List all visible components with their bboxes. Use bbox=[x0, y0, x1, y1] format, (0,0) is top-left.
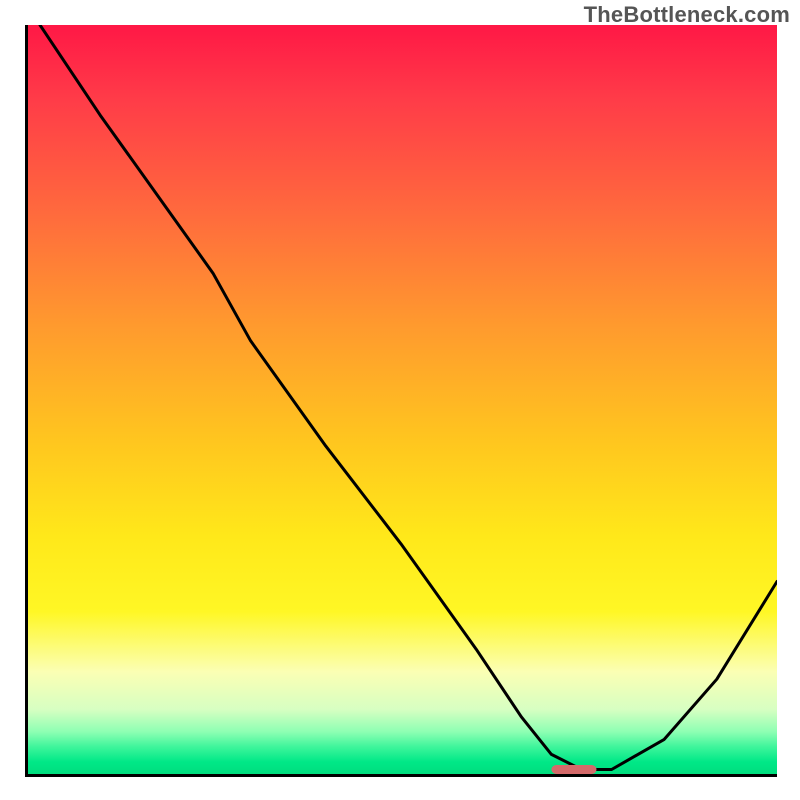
optimal-marker bbox=[551, 765, 596, 774]
chart-container: TheBottleneck.com bbox=[0, 0, 800, 800]
plot-area bbox=[25, 25, 777, 777]
bottleneck-curve bbox=[40, 25, 777, 770]
curve-overlay bbox=[25, 25, 777, 777]
